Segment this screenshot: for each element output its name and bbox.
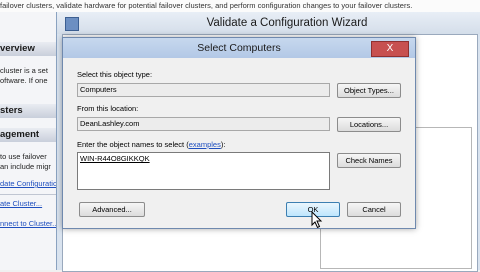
check-names-button[interactable]: Check Names: [337, 153, 401, 168]
dialog-title: Select Computers: [197, 42, 281, 54]
management-description-line-1: to use failover: [0, 152, 47, 161]
close-button[interactable]: X: [371, 41, 409, 57]
object-names-label: Enter the object names to select (exampl…: [77, 140, 225, 149]
mouse-cursor-icon: [311, 211, 323, 229]
background-description: failover clusters, validate hardware for…: [0, 1, 413, 10]
object-names-label-suffix: ):: [220, 140, 226, 149]
clusters-header: sters: [0, 104, 56, 118]
overview-header: verview: [0, 42, 56, 56]
cancel-button[interactable]: Cancel: [347, 202, 401, 217]
wizard-title-bar: Validate a Configuration Wizard: [57, 12, 480, 34]
management-description-line-2: an include migr: [0, 162, 51, 171]
object-name-entry: WIN-R44O8GIKKQK: [80, 154, 150, 163]
wizard-icon: [65, 17, 79, 31]
object-names-input[interactable]: WIN-R44O8GIKKQK: [77, 152, 330, 190]
wizard-title: Validate a Configuration Wizard: [206, 17, 368, 29]
location-label: From this location:: [77, 104, 139, 113]
management-header: agement: [0, 128, 56, 142]
object-type-field: Computers: [77, 83, 330, 97]
examples-link[interactable]: examples: [189, 140, 221, 149]
advanced-button[interactable]: Advanced...: [79, 202, 145, 217]
object-types-button[interactable]: Object Types...: [337, 83, 401, 98]
dialog-body: Select this object type: Computers Objec…: [67, 58, 411, 224]
location-field: DeanLashley.com: [77, 117, 330, 131]
locations-button[interactable]: Locations...: [337, 117, 401, 132]
create-cluster-link[interactable]: ate Cluster...: [0, 199, 42, 208]
object-names-label-prefix: Enter the object names to select (: [77, 140, 189, 149]
cluster-description-line-2: oftware. If one: [0, 76, 48, 85]
cluster-description-line-1: cluster is a set: [0, 66, 48, 75]
validate-configuration-link[interactable]: date Configuratio: [0, 179, 57, 188]
background-actions-pane: verview cluster is a set oftware. If one…: [0, 12, 58, 270]
dialog-title-bar: Select Computers X: [63, 38, 415, 58]
object-type-label: Select this object type:: [77, 70, 153, 79]
close-icon: X: [386, 43, 394, 54]
connect-to-cluster-link[interactable]: nnect to Cluster...: [0, 219, 58, 228]
divider: [0, 194, 56, 195]
select-computers-dialog: Select Computers X Select this object ty…: [62, 37, 416, 229]
